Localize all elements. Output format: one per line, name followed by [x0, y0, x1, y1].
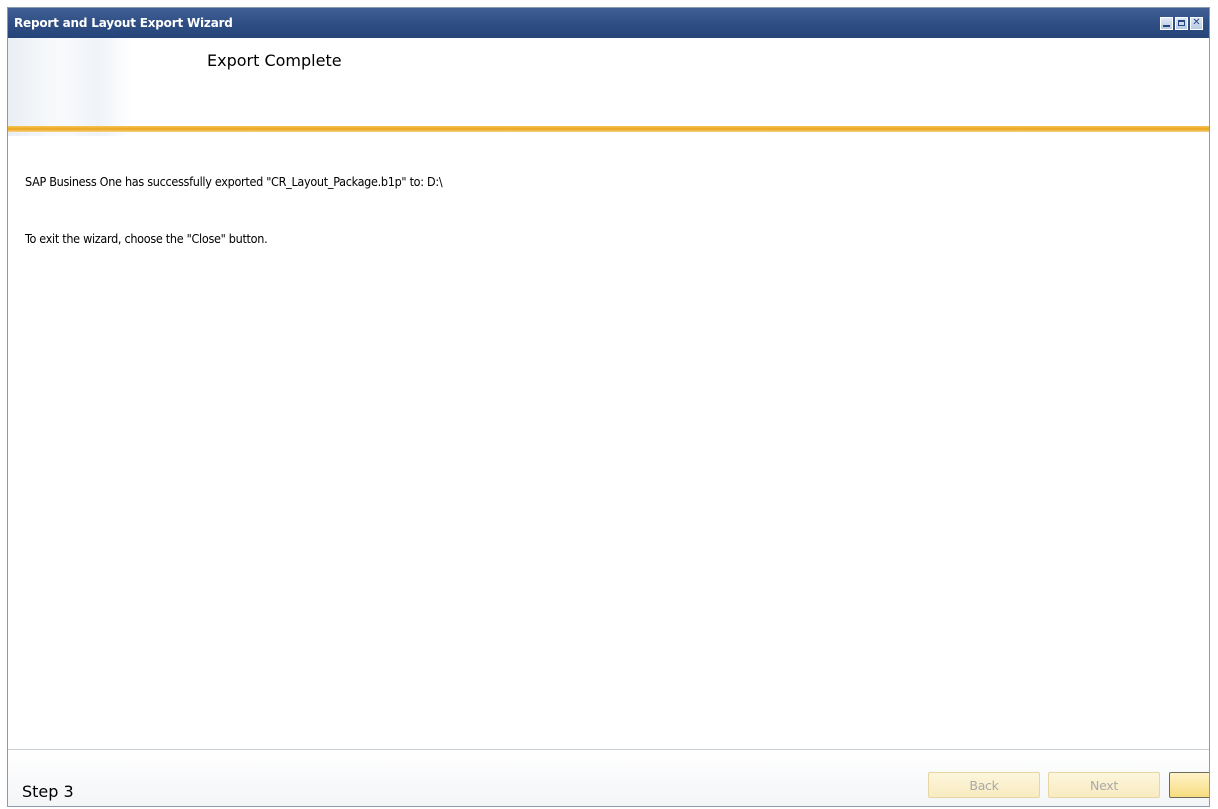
window-controls: ✕	[1160, 16, 1203, 30]
close-icon[interactable]: ✕	[1190, 16, 1203, 30]
wizard-footer: Step 3 Back Next Close	[8, 749, 1209, 806]
wizard-window: Report and Layout Export Wizard ✕ Export…	[7, 7, 1210, 807]
maximize-icon[interactable]	[1175, 16, 1188, 30]
exit-instruction: To exit the wizard, choose the "Close" b…	[25, 231, 268, 246]
step-indicator: Step 3	[22, 782, 74, 801]
wizard-header: Export Complete	[8, 38, 1209, 136]
title-bar[interactable]: Report and Layout Export Wizard ✕	[8, 8, 1209, 38]
next-button[interactable]: Next	[1048, 772, 1160, 798]
back-button[interactable]: Back	[928, 772, 1040, 798]
header-divider	[8, 126, 1209, 132]
page-title: Export Complete	[207, 51, 342, 70]
close-button[interactable]: Close	[1169, 772, 1209, 798]
success-message: SAP Business One has successfully export…	[25, 174, 443, 189]
window-title: Report and Layout Export Wizard	[14, 16, 233, 30]
wizard-content: SAP Business One has successfully export…	[8, 136, 1209, 756]
minimize-icon[interactable]	[1160, 16, 1173, 30]
